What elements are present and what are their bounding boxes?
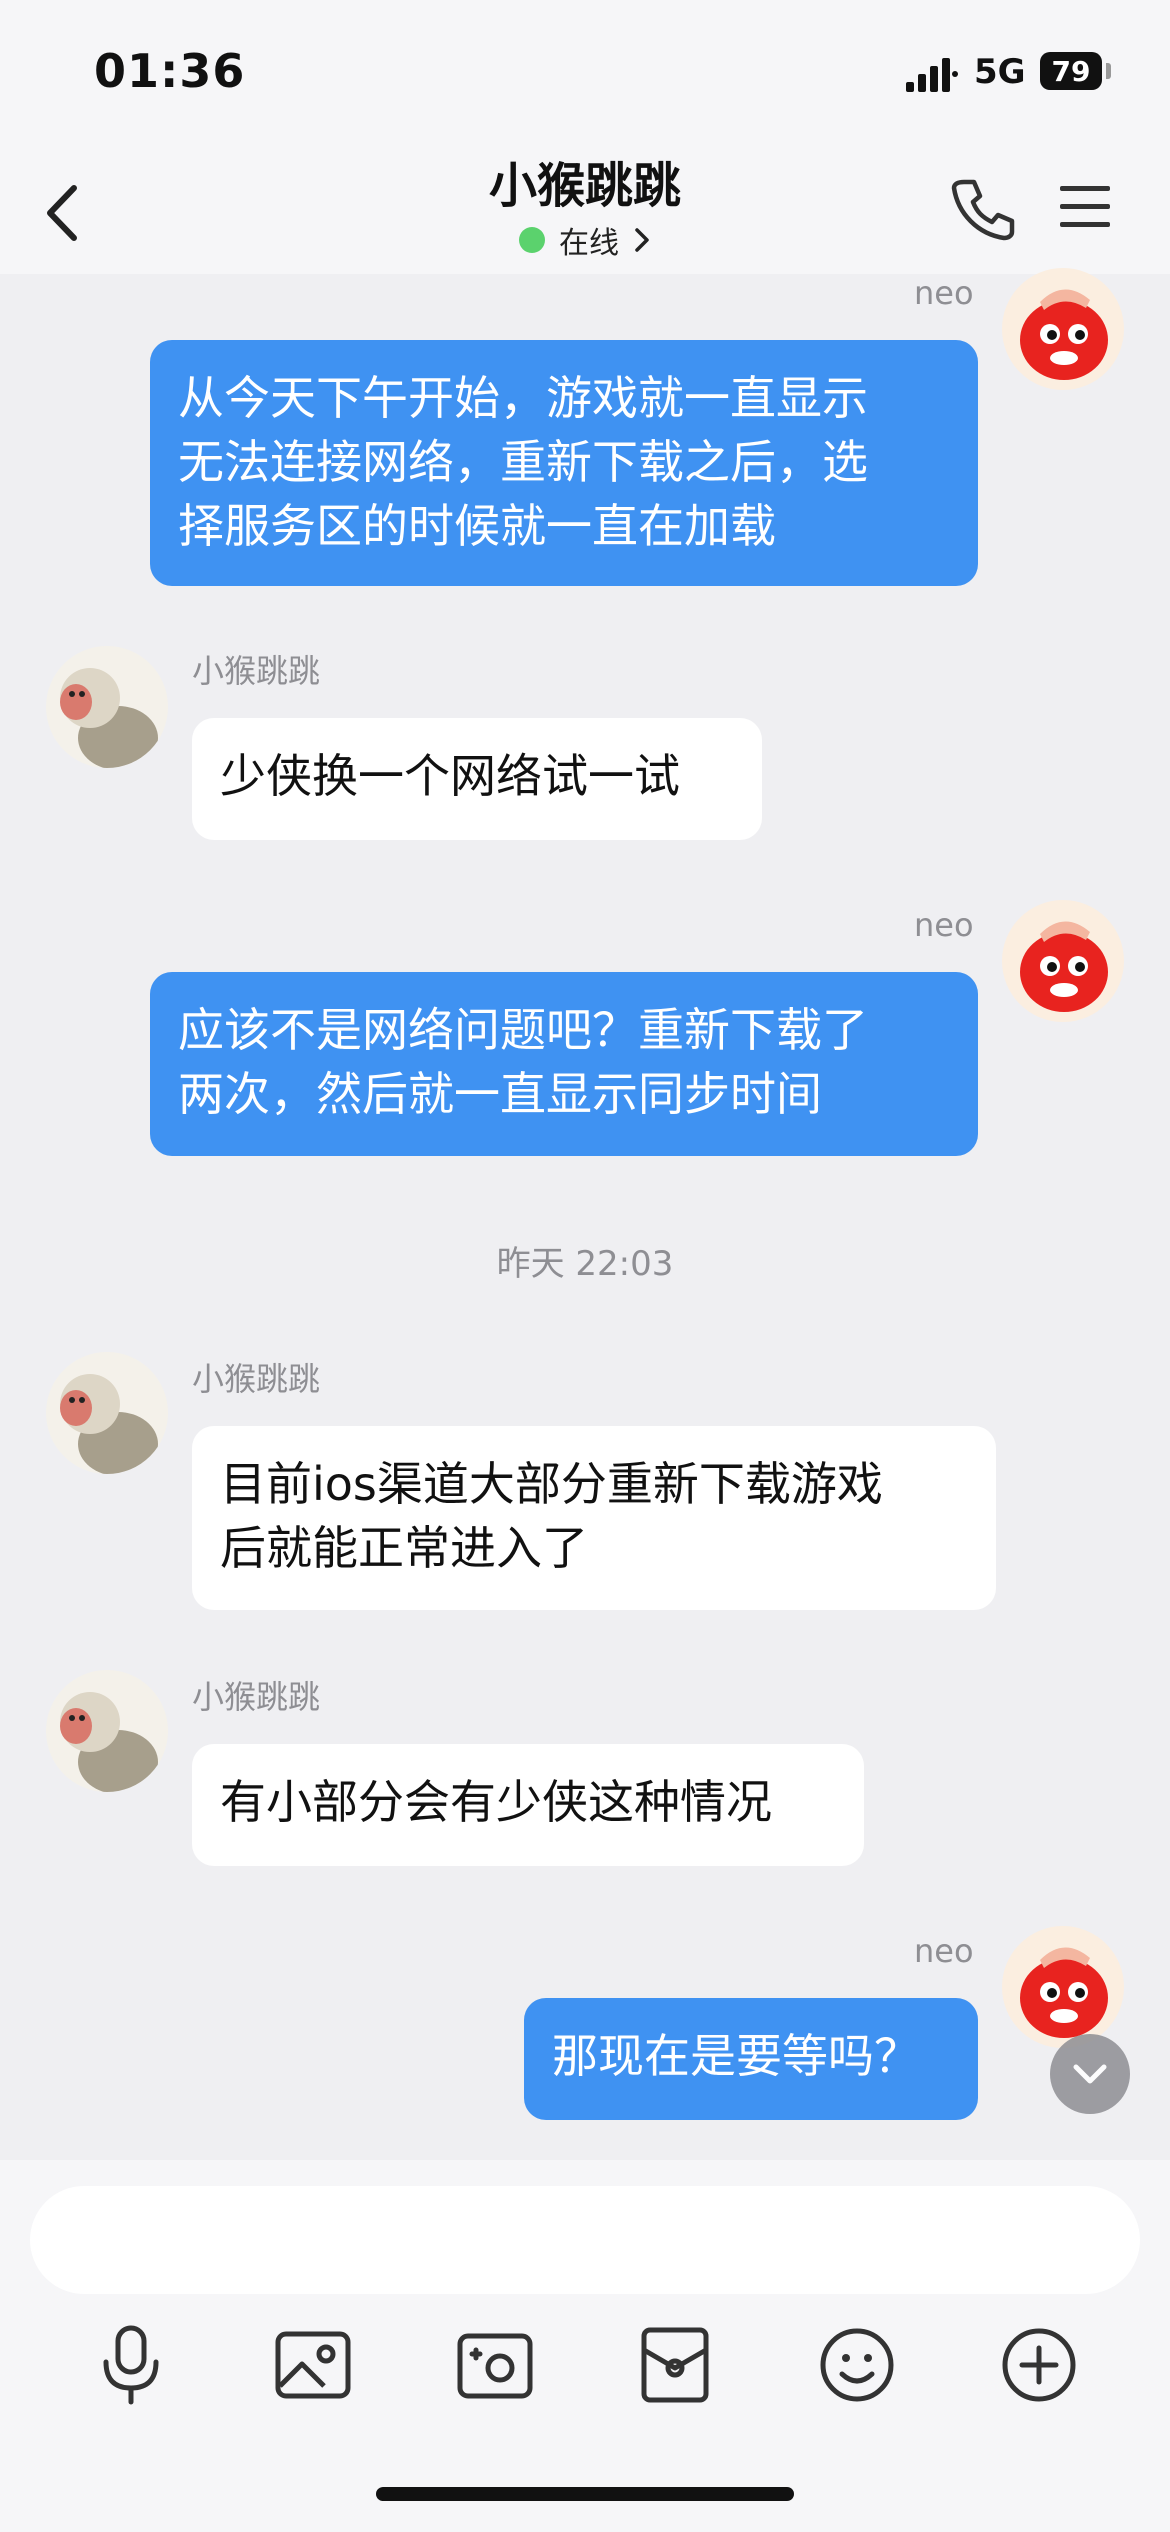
neo-avatar-image bbox=[1002, 268, 1124, 390]
camera-icon[interactable] bbox=[450, 2320, 540, 2410]
battery-tip bbox=[1106, 63, 1111, 79]
input-toolbar bbox=[0, 2320, 1170, 2440]
message-bubble-incoming[interactable]: 少侠换一个网络试一试 bbox=[192, 718, 762, 840]
online-dot bbox=[519, 227, 545, 253]
neo-avatar-image bbox=[1002, 1926, 1124, 2048]
message-timestamp: 昨天 22:03 bbox=[496, 1244, 674, 1284]
message-bubble-incoming[interactable]: 有小部分会有少侠这种情况 bbox=[192, 1744, 864, 1866]
monkey-avatar[interactable] bbox=[46, 1670, 168, 1792]
chat-header: 小猴跳跳 在线 bbox=[0, 140, 1170, 274]
monkey-avatar-image bbox=[46, 1670, 168, 1792]
message-bubble-outgoing[interactable]: 从今天下午开始，游戏就一直显示 无法连接网络，重新下载之后，选 择服务区的时候就… bbox=[150, 340, 978, 586]
message-bubble-outgoing[interactable]: 那现在是要等吗？ bbox=[524, 1998, 978, 2120]
chevron-down-icon bbox=[1073, 2064, 1107, 2084]
sender-name: 小猴跳跳 bbox=[192, 652, 321, 690]
sender-name: 小猴跳跳 bbox=[192, 1678, 321, 1716]
scroll-to-bottom-button[interactable] bbox=[1050, 2034, 1130, 2114]
emoji-icon[interactable] bbox=[812, 2320, 902, 2410]
sender-name: neo bbox=[914, 1932, 974, 1970]
home-indicator[interactable] bbox=[376, 2487, 794, 2501]
monkey-avatar[interactable] bbox=[46, 646, 168, 768]
phone-icon[interactable] bbox=[950, 176, 1016, 242]
battery-icon: 79 bbox=[1040, 52, 1102, 90]
message-input[interactable] bbox=[30, 2186, 1140, 2294]
message-bubble-incoming[interactable]: 目前ios渠道大部分重新下载游戏 后就能正常进入了 bbox=[192, 1426, 996, 1610]
monkey-avatar-image bbox=[46, 1352, 168, 1474]
online-label: 在线 bbox=[559, 226, 619, 261]
neo-avatar[interactable] bbox=[1002, 268, 1124, 390]
menu-icon[interactable] bbox=[1058, 182, 1112, 232]
input-area bbox=[0, 2160, 1170, 2532]
status-bar: 01:36 5G 79 bbox=[0, 0, 1170, 140]
image-icon[interactable] bbox=[268, 2320, 358, 2410]
neo-avatar-image bbox=[1002, 900, 1124, 1022]
chevron-right-icon bbox=[635, 228, 649, 252]
monkey-avatar-image bbox=[46, 646, 168, 768]
neo-avatar[interactable] bbox=[1002, 900, 1124, 1022]
sender-name: neo bbox=[914, 274, 974, 312]
status-time: 01:36 bbox=[94, 44, 246, 98]
message-list[interactable]: neo 从今天下午开始，游戏就一直显示 无法连接网络，重新下载之后，选 择服务区… bbox=[0, 268, 1170, 2160]
sender-name: neo bbox=[914, 906, 974, 944]
neo-avatar[interactable] bbox=[1002, 1926, 1124, 2048]
red-packet-icon[interactable] bbox=[630, 2320, 720, 2410]
sender-name: 小猴跳跳 bbox=[192, 1360, 321, 1398]
microphone-icon[interactable] bbox=[86, 2320, 176, 2410]
monkey-avatar[interactable] bbox=[46, 1352, 168, 1474]
message-bubble-outgoing[interactable]: 应该不是网络问题吧？重新下载了 两次，然后就一直显示同步时间 bbox=[150, 972, 978, 1156]
battery-level: 79 bbox=[1051, 54, 1091, 88]
network-label: 5G bbox=[974, 52, 1026, 92]
plus-icon[interactable] bbox=[994, 2320, 1084, 2410]
signal-icon bbox=[906, 58, 958, 92]
